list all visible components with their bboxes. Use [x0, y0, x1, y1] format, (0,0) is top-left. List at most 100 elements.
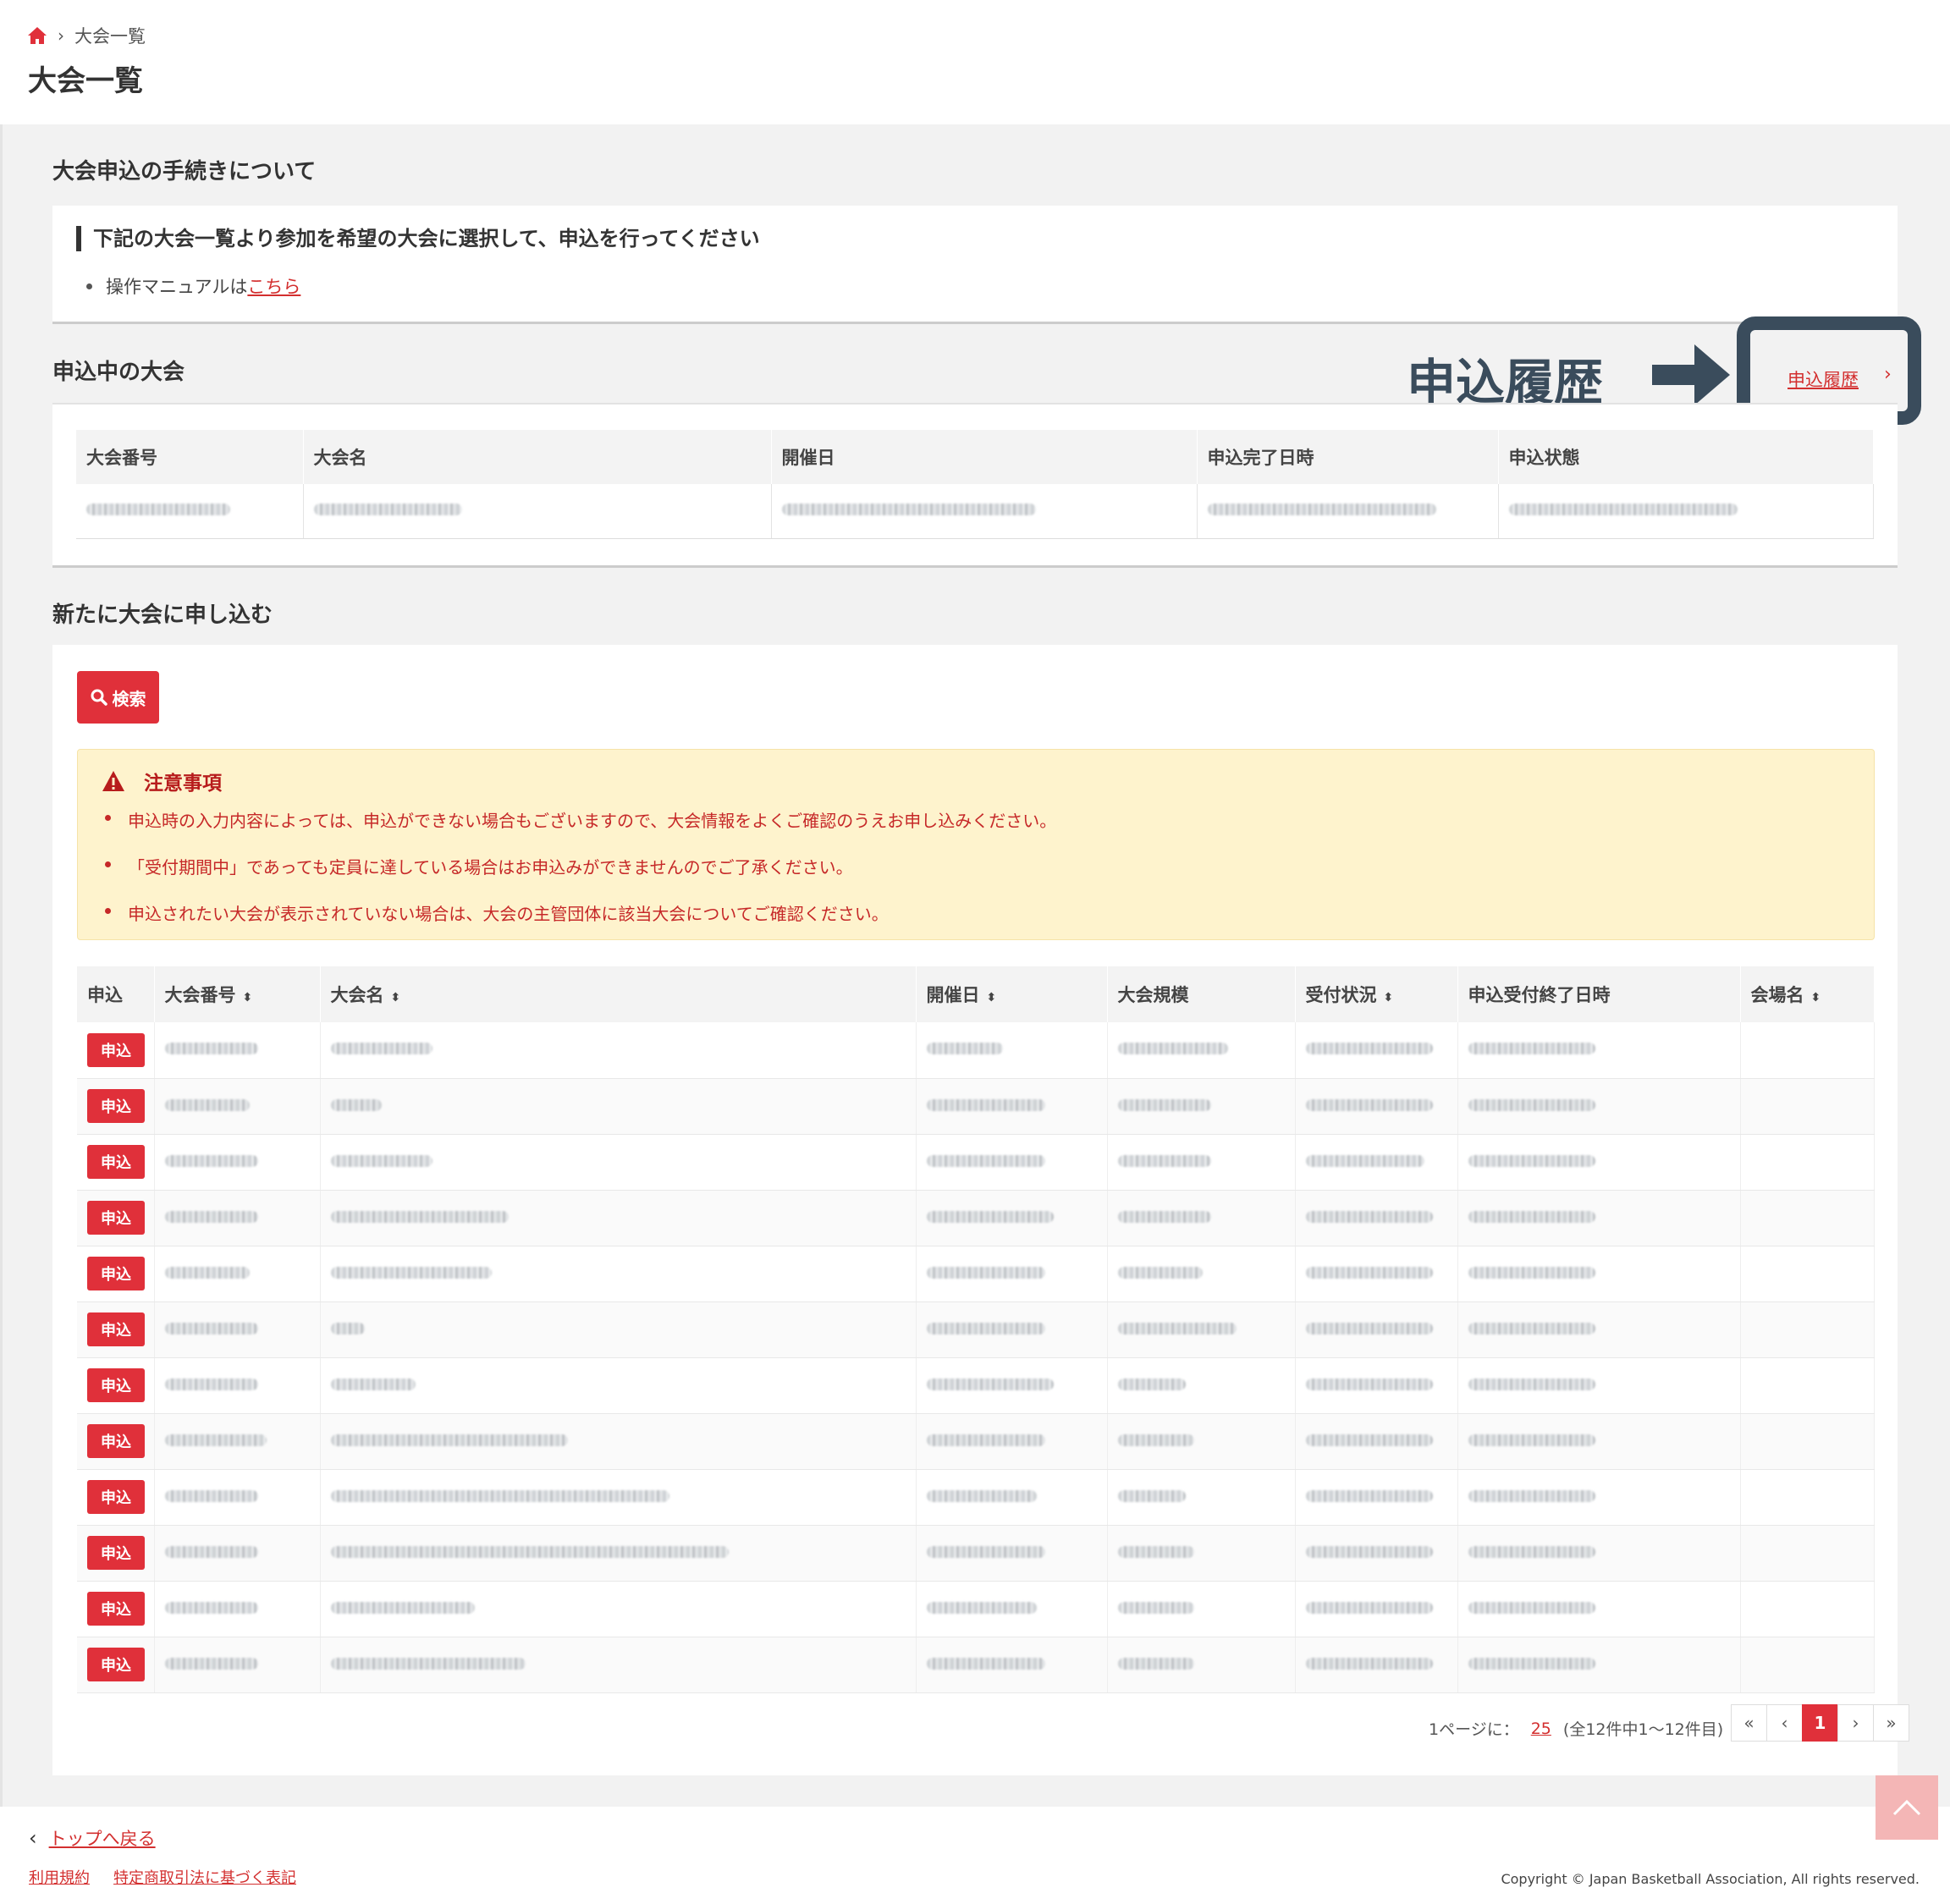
home-icon[interactable] [27, 26, 47, 45]
apply-button[interactable]: 申込 [87, 1201, 145, 1235]
notice-item: 「受付期間中」であっても定員に達している場合はお申込みができませんのでご了承くだ… [105, 854, 1056, 900]
apply-button[interactable]: 申込 [87, 1145, 145, 1179]
apply-button[interactable]: 申込 [87, 1592, 145, 1626]
bullet-dot [86, 283, 92, 289]
redacted-cell [1107, 1357, 1296, 1414]
sort-icon: ⬍ [986, 991, 997, 1004]
apply-button[interactable]: 申込 [87, 1032, 145, 1067]
redacted-cell [154, 1357, 321, 1414]
redacted-cell [320, 1246, 917, 1302]
scroll-to-top-button[interactable] [1876, 1775, 1938, 1840]
table-row[interactable]: 申込 [77, 1357, 1875, 1414]
redacted-cell [1740, 1190, 1875, 1246]
back-to-top-link[interactable]: ‹ トップへ戻る [29, 1825, 156, 1851]
prev-page-button[interactable]: ‹ [1766, 1704, 1803, 1742]
table-row[interactable] [76, 484, 1874, 539]
table-row[interactable]: 申込 [77, 1022, 1875, 1079]
table-row[interactable]: 申込 [77, 1413, 1875, 1470]
table-row[interactable]: 申込 [77, 1581, 1875, 1637]
redacted-cell [1295, 1301, 1458, 1358]
pager-summary: (全12件中1～12件目) [1562, 1720, 1724, 1739]
apply-button[interactable]: 申込 [87, 1648, 145, 1681]
redacted-cell [1740, 1301, 1875, 1358]
table-row[interactable]: 申込 [77, 1078, 1875, 1135]
sort-icon: ⬍ [242, 991, 253, 1004]
col-reception-status[interactable]: 受付状況 ⬍ [1295, 966, 1458, 1022]
tournament-rows: 申込 申込 申込 申込 申込 申込 申込 申込 申込 申込 申込 申込 [77, 1022, 1875, 1693]
page-header: › 大会一覧 大会一覧 [0, 0, 1950, 124]
col-date: 開催日 [771, 430, 1198, 484]
redacted-cell [320, 1022, 917, 1079]
redacted-cell [1107, 1581, 1296, 1637]
apply-cell: 申込 [77, 1190, 155, 1246]
apply-cell: 申込 [77, 1357, 155, 1414]
col-tournament-name: 大会名 [303, 430, 772, 484]
table-row[interactable]: 申込 [77, 1525, 1875, 1582]
tournament-table-header: 申込 大会番号 ⬍ 大会名 ⬍ 開催日 ⬍ 大会規模 受付状況 ⬍ 申込受付終了日時 会… [77, 966, 1875, 1022]
procedure-section-title: 大会申込の手続きについて [52, 159, 317, 184]
redacted-cell [320, 1134, 917, 1191]
apply-cell: 申込 [77, 1301, 155, 1358]
redacted-cell [1107, 1301, 1296, 1358]
first-page-button[interactable]: « [1731, 1704, 1767, 1742]
redacted-cell [1457, 1469, 1741, 1526]
col-date[interactable]: 開催日 ⬍ [916, 966, 1108, 1022]
redacted-cell [1457, 1190, 1741, 1246]
back-link-text[interactable]: トップへ戻る [49, 1825, 156, 1851]
redacted-cell [320, 1637, 917, 1693]
per-page-value[interactable]: 25 [1531, 1720, 1551, 1738]
notice-list: 申込時の入力内容によっては、申込ができない場合もございますので、大会情報をよくご… [105, 807, 1056, 947]
redacted-cell [916, 1078, 1108, 1135]
col-tournament-name[interactable]: 大会名 ⬍ [320, 966, 917, 1022]
next-page-button[interactable]: › [1837, 1704, 1874, 1742]
redacted-cell [916, 1301, 1108, 1358]
apply-button[interactable]: 申込 [87, 1089, 145, 1123]
apply-button[interactable]: 申込 [87, 1424, 145, 1458]
apply-cell: 申込 [77, 1469, 155, 1526]
redacted-cell [916, 1357, 1108, 1414]
commerce-law-link[interactable]: 特定商取引法に基づく表記 [113, 1866, 296, 1888]
redacted-cell [1457, 1078, 1741, 1135]
manual-link[interactable]: こちら [247, 277, 300, 297]
redacted-cell [154, 1134, 321, 1191]
redacted-cell [1295, 1078, 1458, 1135]
redacted-cell [1740, 1581, 1875, 1637]
apply-button[interactable]: 申込 [87, 1536, 145, 1570]
apply-cell: 申込 [77, 1413, 155, 1470]
notice-title: 注意事項 [102, 767, 222, 795]
redacted-cell [1740, 1357, 1875, 1414]
arrow-right-icon [1652, 344, 1730, 405]
search-button[interactable]: 検索 [77, 671, 159, 724]
per-page-label: 1ページに： [1429, 1720, 1519, 1739]
apply-button[interactable]: 申込 [87, 1480, 145, 1514]
redacted-cell [1295, 1022, 1458, 1079]
table-row[interactable]: 申込 [77, 1469, 1875, 1526]
pager-info: 1ページに： 25 (全12件中1～12件目) [1429, 1717, 1723, 1740]
redacted-cell [1740, 1078, 1875, 1135]
redacted-cell [320, 1190, 917, 1246]
table-row[interactable]: 申込 [77, 1301, 1875, 1358]
redacted-cell [916, 1190, 1108, 1246]
redacted-cell [1295, 1413, 1458, 1470]
table-row[interactable]: 申込 [77, 1190, 1875, 1246]
col-venue[interactable]: 会場名 ⬍ [1740, 966, 1875, 1022]
apply-button[interactable]: 申込 [87, 1368, 145, 1402]
redacted-cell [916, 1413, 1108, 1470]
table-row[interactable]: 申込 [77, 1637, 1875, 1693]
apply-cell: 申込 [77, 1022, 155, 1079]
redacted-cell [154, 1246, 321, 1302]
apply-cell: 申込 [77, 1637, 155, 1693]
apply-button[interactable]: 申込 [87, 1257, 145, 1290]
table-row[interactable]: 申込 [77, 1134, 1875, 1191]
table-row[interactable]: 申込 [77, 1246, 1875, 1302]
terms-link[interactable]: 利用規約 [29, 1866, 90, 1888]
sort-icon: ⬍ [390, 991, 401, 1004]
col-tournament-number[interactable]: 大会番号 ⬍ [154, 966, 321, 1022]
redacted-cell [916, 1637, 1108, 1693]
apply-button[interactable]: 申込 [87, 1312, 145, 1346]
page-1-button[interactable]: 1 [1802, 1704, 1838, 1742]
applied-table: 大会番号 大会名 開催日 申込完了日時 申込状態 [76, 430, 1874, 539]
redacted-cell [1107, 1413, 1296, 1470]
last-page-button[interactable]: » [1873, 1704, 1909, 1742]
redacted-cell [1107, 1525, 1296, 1582]
